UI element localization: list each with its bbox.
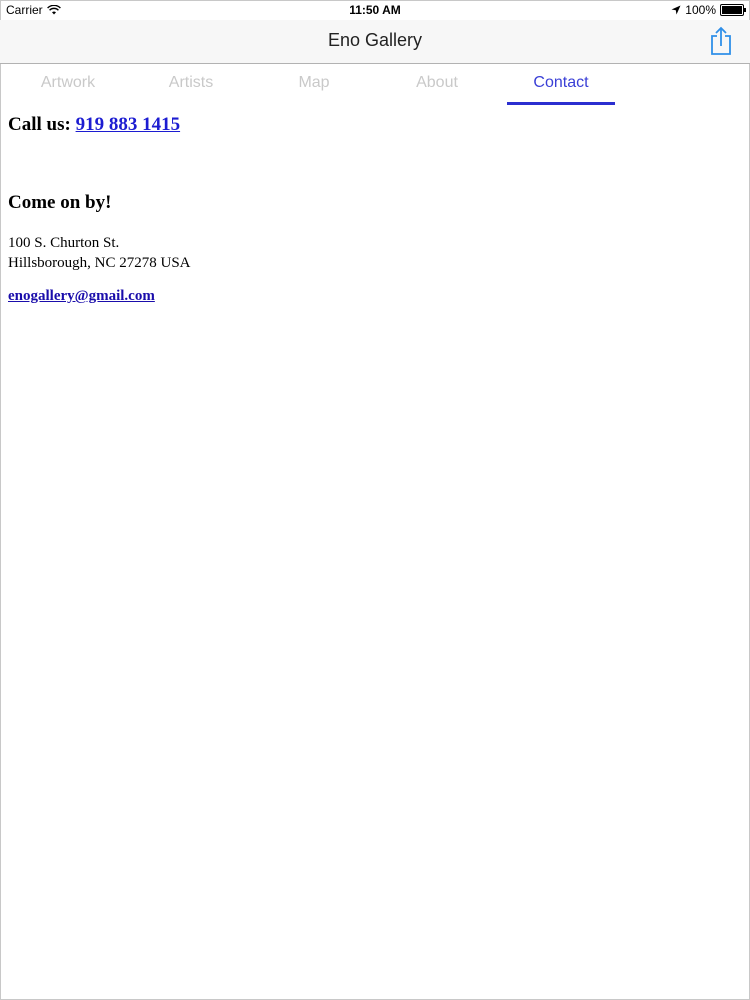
navigation-bar: Eno Gallery	[0, 20, 750, 64]
status-time: 11:50 AM	[349, 3, 401, 17]
status-right: 100%	[671, 3, 746, 17]
email-link[interactable]: enogallery@gmail.com	[8, 288, 155, 305]
active-tab-indicator	[507, 102, 615, 105]
tab-artwork[interactable]: Artwork	[8, 74, 128, 92]
tab-about[interactable]: About	[377, 74, 497, 92]
nav-title: Eno Gallery	[327, 30, 423, 50]
tab-artists[interactable]: Artists	[131, 74, 251, 92]
call-us-label: Call us:	[8, 114, 71, 135]
app-frame	[0, 0, 750, 1000]
address-line-2: Hillsborough, NC 27278 USA	[8, 255, 191, 271]
tab-contact[interactable]: Contact	[501, 74, 621, 92]
address: 100 S. Churton St. Hillsborough, NC 2727…	[8, 233, 191, 273]
phone-link[interactable]: 919 883 1415	[76, 114, 181, 135]
battery-percent: 100%	[685, 3, 716, 17]
tab-map[interactable]: Map	[254, 74, 374, 92]
tab-bar: Artwork Artists Map About Contact	[0, 64, 750, 106]
visit-heading: Come on by!	[8, 192, 112, 213]
share-icon[interactable]	[708, 26, 734, 56]
call-us-line: Call us: 919 883 1415	[8, 114, 180, 136]
location-arrow-icon	[671, 5, 681, 15]
battery-icon	[720, 4, 746, 16]
status-bar: Carrier 11:50 AM 100%	[0, 0, 750, 20]
address-line-1: 100 S. Churton St.	[8, 235, 120, 251]
